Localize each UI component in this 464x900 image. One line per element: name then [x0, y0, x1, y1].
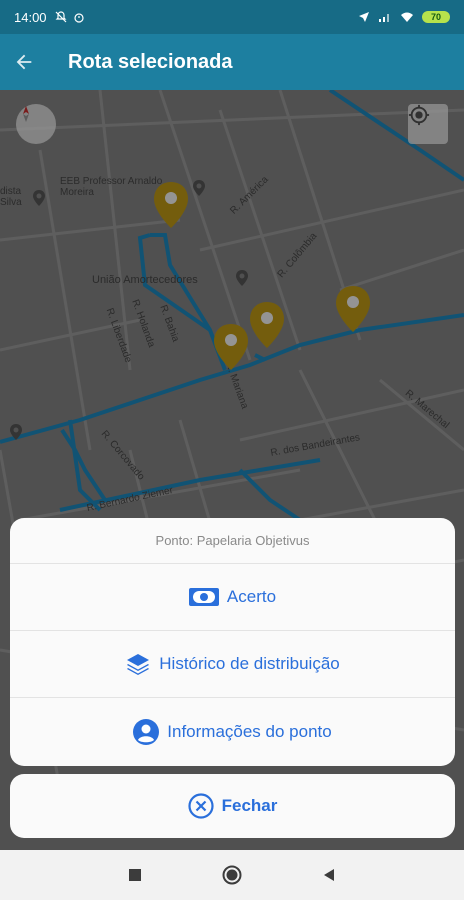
- status-time: 14:00: [14, 9, 47, 25]
- status-icons-right: 70: [358, 11, 450, 23]
- close-button[interactable]: Fechar: [10, 774, 455, 838]
- historico-label: Histórico de distribuição: [159, 654, 340, 673]
- action-sheet: Ponto: Papelaria Objetivus Acerto Histór…: [10, 518, 455, 766]
- close-circle-icon: [188, 793, 214, 819]
- layers-icon: [127, 654, 150, 675]
- alarm-icon: [73, 13, 84, 23]
- acerto-label: Acerto: [226, 587, 277, 606]
- system-nav-bar: [0, 850, 464, 900]
- close-label: Fechar: [221, 796, 278, 815]
- acerto-option[interactable]: Acerto: [10, 564, 455, 631]
- account-circle-icon: [133, 718, 160, 745]
- action-sheet-title: Ponto: Papelaria Objetivus: [10, 518, 455, 564]
- notification-off-icon: [55, 11, 66, 23]
- home-icon[interactable]: [222, 865, 242, 885]
- informacoes-label: Informações do ponto: [167, 721, 332, 741]
- informacoes-option[interactable]: Informações do ponto: [10, 698, 455, 765]
- location-arrow-icon: [359, 12, 369, 22]
- wifi-icon: [401, 12, 413, 22]
- recents-icon[interactable]: [128, 868, 142, 882]
- battery-icon: 70: [422, 11, 450, 23]
- arrow-back-icon: [16, 54, 32, 70]
- status-bar: 14:00 70: [0, 0, 464, 34]
- app-bar: Rota selecionada: [0, 34, 464, 90]
- page-title: Rota selecionada: [68, 50, 233, 73]
- money-icon: [188, 588, 219, 606]
- historico-option[interactable]: Histórico de distribuição: [10, 631, 455, 698]
- status-icons-left: [55, 11, 85, 23]
- back-nav-icon[interactable]: [322, 868, 336, 882]
- back-button[interactable]: [0, 34, 48, 90]
- signal-icon: [379, 14, 389, 22]
